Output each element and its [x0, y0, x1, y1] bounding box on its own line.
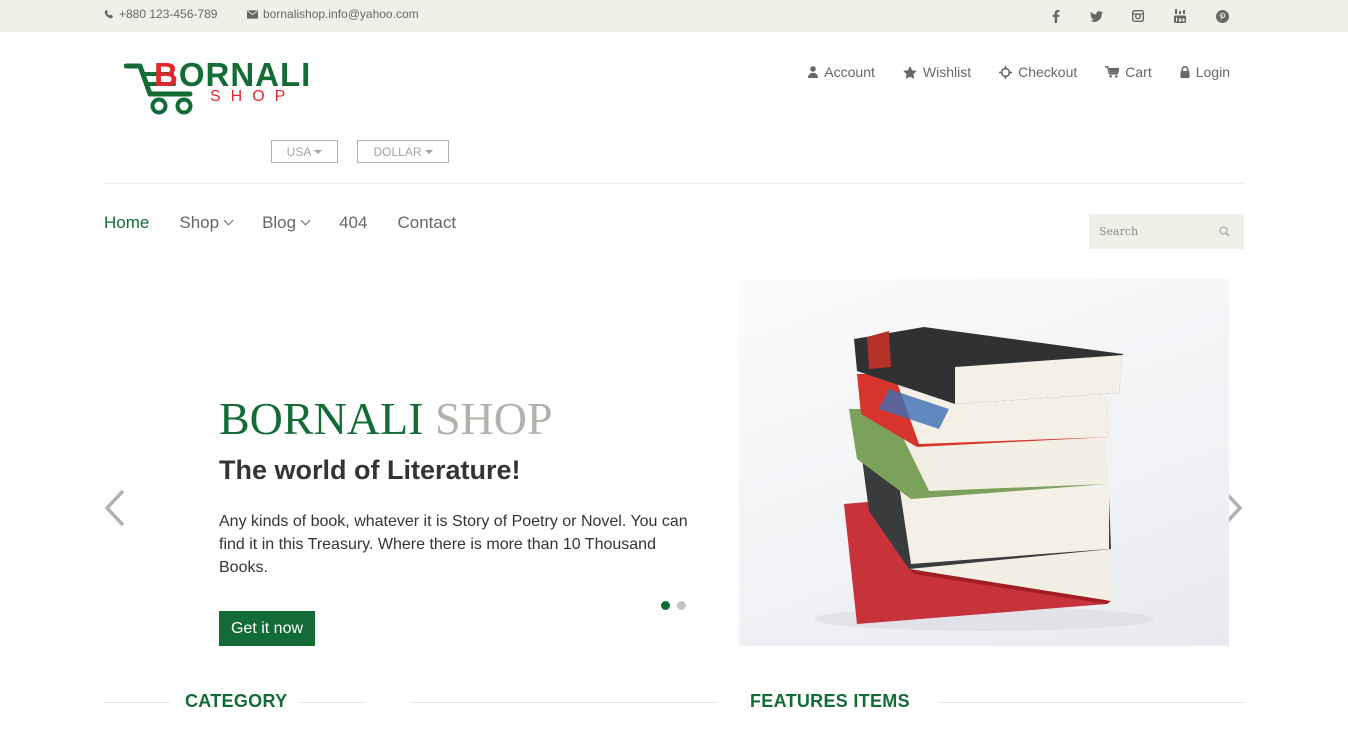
- logo-letter: B: [154, 56, 179, 93]
- instagram-icon[interactable]: [1126, 0, 1150, 32]
- nav-contact[interactable]: Contact: [397, 213, 456, 233]
- youtube-icon[interactable]: [1168, 0, 1192, 32]
- phone-number: +880 123-456-789: [119, 7, 218, 21]
- user-icon: [808, 66, 819, 78]
- country-dropdown[interactable]: USA: [271, 140, 338, 163]
- nav-shop[interactable]: Shop: [179, 213, 234, 233]
- slider-prev-arrow[interactable]: [103, 488, 127, 528]
- nav-label: Home: [104, 213, 150, 232]
- logo-wordmark: BORNALI: [154, 58, 311, 91]
- account-label: Account: [824, 64, 875, 80]
- search-icon[interactable]: [1219, 226, 1230, 237]
- cart-link[interactable]: Cart: [1105, 64, 1152, 80]
- nav-home[interactable]: Home: [104, 213, 149, 233]
- checkout-link[interactable]: Checkout: [999, 64, 1077, 80]
- currency-dropdown[interactable]: DOLLAR: [357, 140, 449, 163]
- chevron-down-icon: [223, 215, 234, 226]
- slide-image-books: [739, 279, 1229, 646]
- chevron-down-icon: [300, 215, 311, 226]
- star-icon: [903, 65, 917, 79]
- wishlist-link[interactable]: Wishlist: [903, 64, 971, 80]
- slide-title-part1: BORNALI: [219, 393, 424, 444]
- twitter-icon[interactable]: [1084, 0, 1108, 32]
- search-box: [1089, 214, 1244, 249]
- slide-title-part2: SHOP: [434, 393, 553, 444]
- get-it-now-button[interactable]: Get it now: [219, 611, 315, 646]
- nav-label: Contact: [397, 213, 457, 232]
- nav-404[interactable]: 404: [339, 213, 367, 233]
- category-heading: CATEGORY: [185, 691, 288, 711]
- search-input[interactable]: [1089, 214, 1214, 249]
- features-items-heading: FEATURES ITEMS: [750, 691, 910, 711]
- email-address: bornalishop.info@yahoo.com: [263, 7, 419, 21]
- nav-blog[interactable]: Blog: [262, 213, 311, 233]
- logo-subword: SHOP: [210, 88, 296, 105]
- slide-title: BORNALI SHOP: [219, 393, 553, 445]
- slide-description: Any kinds of book, whatever it is Story …: [219, 513, 688, 576]
- chevron-left-icon: [104, 489, 125, 527]
- crosshair-icon: [999, 65, 1013, 79]
- slide-subtitle: The world of Literature!: [219, 455, 521, 485]
- book-stack-illustration: [814, 327, 1154, 631]
- checkout-label: Checkout: [1018, 64, 1078, 80]
- email-contact[interactable]: bornalishop.info@yahoo.com: [247, 7, 419, 21]
- section-divider: [300, 702, 366, 703]
- section-divider: [938, 702, 1244, 703]
- country-value: USA: [286, 144, 312, 159]
- section-divider: [104, 702, 170, 703]
- nav-label: Blog: [262, 213, 297, 232]
- login-link[interactable]: Login: [1180, 64, 1230, 80]
- slider-dot[interactable]: [677, 601, 686, 610]
- main-nav: Home Shop Blog 404 Contact: [104, 213, 486, 233]
- account-menu: Account Wishlist Checkout Cart Login: [808, 64, 1230, 80]
- site-logo[interactable]: BORNALI SHOP: [124, 56, 334, 118]
- cart-icon: [1105, 66, 1120, 78]
- currency-value: DOLLAR: [373, 144, 422, 159]
- header-divider: [104, 183, 1244, 184]
- nav-label: Shop: [179, 213, 220, 232]
- phone-contact[interactable]: +880 123-456-789: [104, 7, 217, 21]
- lock-icon: [1180, 66, 1190, 78]
- login-label: Login: [1195, 64, 1230, 80]
- facebook-icon[interactable]: [1044, 0, 1068, 32]
- slider-dot-active[interactable]: [661, 601, 670, 610]
- nav-label: 404: [339, 213, 368, 232]
- account-link[interactable]: Account: [808, 64, 875, 80]
- wishlist-label: Wishlist: [922, 64, 972, 80]
- cart-label: Cart: [1125, 64, 1152, 80]
- phone-icon: [104, 9, 113, 19]
- caret-down-icon: [314, 149, 323, 154]
- caret-down-icon: [424, 149, 433, 154]
- section-divider: [410, 702, 718, 703]
- envelope-icon: [247, 9, 258, 19]
- pinterest-icon[interactable]: [1210, 0, 1234, 32]
- top-bar: +880 123-456-789 bornalishop.info@yahoo.…: [0, 0, 1348, 32]
